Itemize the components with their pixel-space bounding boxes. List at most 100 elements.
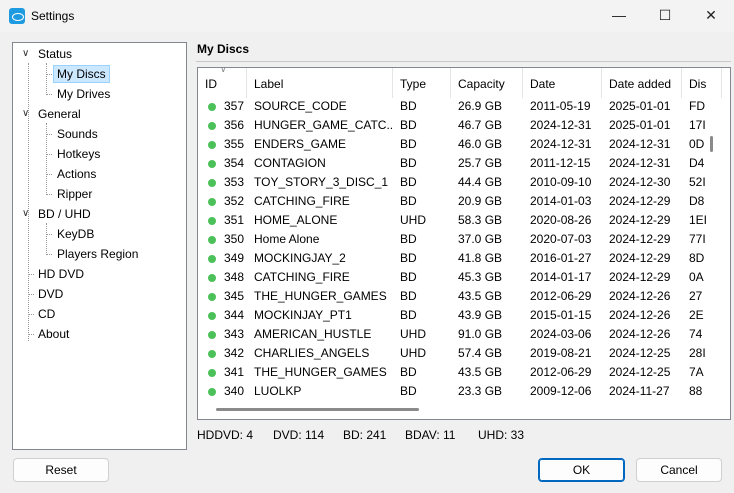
tree-item-status[interactable]: Status	[38, 45, 72, 63]
cell-type: UHD	[400, 327, 426, 341]
cell-dis: 77I	[689, 232, 706, 246]
column-header-type[interactable]: Type	[393, 68, 451, 98]
disc-count-stat: BDAV: 11	[405, 428, 456, 442]
cell-capacity: 43.9 GB	[458, 308, 503, 322]
ok-button[interactable]: OK	[538, 458, 625, 482]
cell-label: CHARLIES_ANGELS	[254, 346, 370, 360]
table-row[interactable]: 343 AMERICAN_HUSTLE UHD 91.0 GB 2024-03-06 20…	[198, 325, 713, 344]
cell-type: UHD	[400, 213, 426, 227]
cell-id: 350	[224, 232, 245, 246]
column-header-dis[interactable]: Dis	[682, 68, 722, 98]
status-dot-icon	[208, 198, 216, 206]
column-header-date[interactable]: Date	[523, 68, 602, 98]
cell-dis: 8D	[689, 251, 705, 265]
status-dot-icon	[208, 217, 216, 225]
cell-type: UHD	[400, 346, 426, 360]
tree-item-hotkeys[interactable]: Hotkeys	[57, 145, 100, 163]
tree-item-my-discs[interactable]: My Discs	[53, 65, 110, 83]
tree-item-ripper[interactable]: Ripper	[57, 185, 92, 203]
cell-label: CATCHING_FIRE	[254, 270, 350, 284]
tree-line	[46, 123, 47, 195]
status-dot-icon	[208, 350, 216, 358]
cell-date-added: 2025-01-01	[609, 118, 671, 132]
status-dot-icon	[208, 141, 216, 149]
column-header-label[interactable]: Label	[247, 68, 393, 98]
tree-item-actions[interactable]: Actions	[57, 165, 96, 183]
column-header-capacity[interactable]: Capacity	[451, 68, 523, 98]
minimize-button[interactable]: —	[596, 0, 642, 32]
tree-item-players-region[interactable]: Players Region	[57, 245, 138, 263]
table-row[interactable]: 345 THE_HUNGER_GAMES BD 43.5 GB 2012-06-29 20…	[198, 287, 713, 306]
cell-capacity: 43.5 GB	[458, 289, 503, 303]
cell-date-added: 2024-12-29	[609, 270, 671, 284]
table-row[interactable]: 342 CHARLIES_ANGELS UHD 57.4 GB 2019-08-21 20…	[198, 344, 713, 363]
tree-item-about[interactable]: About	[38, 325, 69, 343]
tree-item-bd-uhd[interactable]: BD / UHD	[38, 205, 91, 223]
table-row[interactable]: 349 MOCKINGJAY_2 BD 41.8 GB 2016-01-27 2024-1…	[198, 249, 713, 268]
tree-item-dvd[interactable]: DVD	[38, 285, 63, 303]
discs-table[interactable]: ID Label Type Capacity Date Date added Dis ∨ 35…	[197, 67, 731, 420]
status-dot-icon	[208, 274, 216, 282]
cell-label: LUOLKP	[254, 384, 302, 398]
cell-dis: 2E	[689, 308, 704, 322]
cell-date-added: 2024-12-31	[609, 156, 671, 170]
cell-date: 2014-01-17	[530, 270, 592, 284]
settings-tree[interactable]: ∨ Status My Discs My Drives ∨ General Sounds Ho…	[12, 42, 187, 450]
table-row[interactable]: 341 THE_HUNGER_GAMES BD 43.5 GB 2012-06-29 20…	[198, 363, 713, 382]
table-row[interactable]: 354 CONTAGION BD 25.7 GB 2011-12-15 2024-12-3…	[198, 154, 713, 173]
cell-date: 2010-09-10	[530, 175, 592, 189]
cell-dis: 0A	[689, 270, 704, 284]
cell-id: 342	[224, 346, 245, 360]
tree-item-sounds[interactable]: Sounds	[57, 125, 98, 143]
table-row[interactable]: 355 ENDERS_GAME BD 46.0 GB 2024-12-31 2024-12…	[198, 135, 713, 154]
sort-arrow-icon: ∨	[220, 67, 227, 74]
cell-date: 2012-06-29	[530, 289, 592, 303]
status-dot-icon	[208, 331, 216, 339]
table-row[interactable]: 340 LUOLKP BD 23.3 GB 2009-12-06 2024-11-27 88	[198, 382, 713, 401]
tree-item-hd-dvd[interactable]: HD DVD	[38, 265, 84, 283]
tree-line	[46, 223, 47, 255]
status-dot-icon	[208, 369, 216, 377]
table-row[interactable]: 353 TOY_STORY_3_DISC_1 BD 44.4 GB 2010-09-10…	[198, 173, 713, 192]
cell-dis: 27	[689, 289, 703, 303]
cell-dis: D8	[689, 194, 705, 208]
cancel-button[interactable]: Cancel	[636, 458, 722, 482]
cell-type: BD	[400, 308, 417, 322]
tree-item-cd[interactable]: CD	[38, 305, 55, 323]
cell-type: BD	[400, 99, 417, 113]
cell-label: MOCKINJAY_PT1	[254, 308, 352, 322]
cell-id: 357	[224, 99, 245, 113]
tree-item-general[interactable]: General	[38, 105, 81, 123]
table-row[interactable]: 356 HUNGER_GAME_CATC... BD 46.7 GB 2024-12-3…	[198, 116, 713, 135]
cell-capacity: 57.4 GB	[458, 346, 503, 360]
status-dot-icon	[208, 388, 216, 396]
cell-label: TOY_STORY_3_DISC_1	[254, 175, 389, 189]
table-row[interactable]: 357 SOURCE_CODE BD 26.9 GB 2011-05-19 2025-01…	[198, 97, 713, 116]
maximize-button[interactable]: ☐	[642, 0, 688, 32]
tree-item-my-drives[interactable]: My Drives	[57, 85, 110, 103]
cell-id: 354	[224, 156, 245, 170]
cell-type: BD	[400, 365, 417, 379]
cell-date-added: 2024-12-25	[609, 346, 671, 360]
cell-label: CONTAGION	[254, 156, 326, 170]
cell-date: 2020-08-26	[530, 213, 592, 227]
table-row[interactable]: 344 MOCKINJAY_PT1 BD 43.9 GB 2015-01-15 2024-…	[198, 306, 713, 325]
cell-id: 340	[224, 384, 245, 398]
table-row[interactable]: 352 CATCHING_FIRE BD 20.9 GB 2014-01-03 2024-…	[198, 192, 713, 211]
column-header-date-added[interactable]: Date added	[602, 68, 682, 98]
cell-date-added: 2024-12-26	[609, 308, 671, 322]
cell-date: 2024-12-31	[530, 118, 592, 132]
tree-item-keydb[interactable]: KeyDB	[57, 225, 94, 243]
close-button[interactable]: ✕	[688, 0, 734, 32]
app-eye-icon	[9, 8, 25, 24]
table-row[interactable]: 350 Home Alone BD 37.0 GB 2020-07-03 2024-12-…	[198, 230, 713, 249]
chevron-down-icon[interactable]: ∨	[22, 48, 29, 59]
table-row[interactable]: 351 HOME_ALONE UHD 58.3 GB 2020-08-26 2024-12…	[198, 211, 713, 230]
cell-date-added: 2025-01-01	[609, 99, 671, 113]
cell-type: BD	[400, 194, 417, 208]
reset-button[interactable]: Reset	[13, 458, 109, 482]
table-row[interactable]: 348 CATCHING_FIRE BD 45.3 GB 2014-01-17 2024-…	[198, 268, 713, 287]
cell-type: BD	[400, 118, 417, 132]
cell-id: 356	[224, 118, 245, 132]
horizontal-scrollbar[interactable]	[216, 408, 419, 411]
